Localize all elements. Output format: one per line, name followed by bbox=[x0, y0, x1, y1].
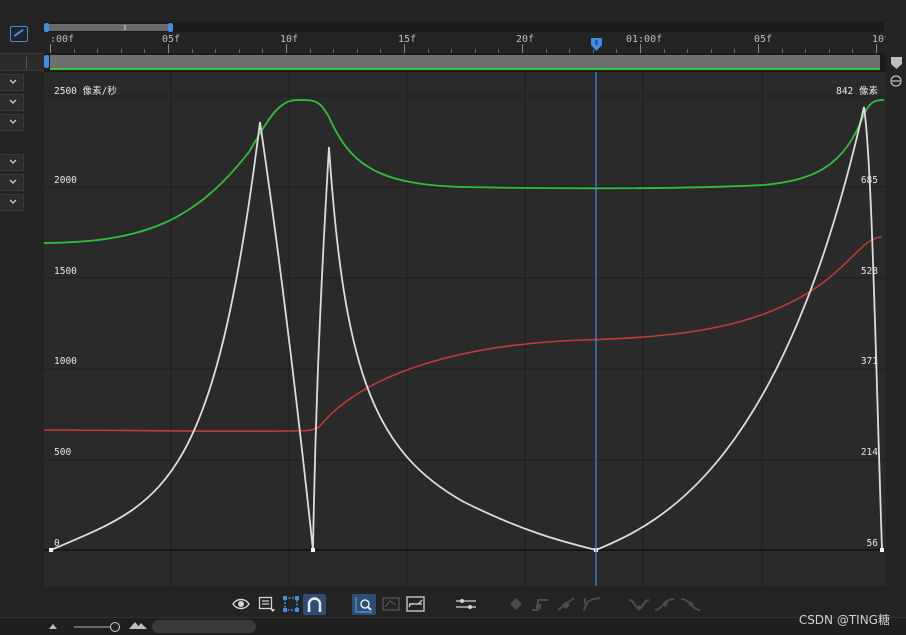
time-navigator[interactable] bbox=[44, 22, 884, 32]
property-dropdown[interactable] bbox=[0, 174, 24, 191]
value-scale-header: 842 像素 bbox=[836, 86, 878, 97]
graph-type-menu-icon[interactable] bbox=[258, 595, 276, 613]
fit-selection-icon[interactable] bbox=[355, 596, 373, 613]
value-axis-label: 685 bbox=[860, 175, 878, 186]
value-axis-label: 528 bbox=[860, 266, 878, 277]
work-area-bar[interactable] bbox=[44, 53, 886, 72]
work-area-range[interactable] bbox=[50, 55, 880, 68]
ruler-tick bbox=[522, 44, 523, 53]
ruler-tick-label: :00f bbox=[50, 34, 75, 45]
speed-axis-label: 1000 bbox=[54, 356, 77, 367]
keyframe bbox=[311, 548, 315, 552]
x-position-value-curve[interactable] bbox=[44, 99, 885, 244]
zoom-in-icon[interactable] bbox=[128, 620, 148, 630]
eye-icon[interactable] bbox=[232, 595, 250, 613]
right-panel bbox=[886, 0, 906, 635]
hold-keyframe-icon[interactable] bbox=[530, 595, 550, 613]
speed-axis-label: 0 bbox=[54, 538, 60, 549]
work-area-start-handle[interactable] bbox=[44, 55, 49, 68]
ruler-tick bbox=[286, 44, 287, 53]
zoom-slider-thumb[interactable] bbox=[110, 622, 120, 632]
ruler-tick bbox=[404, 44, 405, 53]
ruler-tick-label: 20f bbox=[516, 34, 535, 45]
playhead-handle[interactable] bbox=[590, 38, 603, 52]
speed-axis-label: 500 bbox=[54, 447, 72, 458]
snap-button[interactable] bbox=[303, 594, 326, 615]
grid bbox=[44, 72, 886, 586]
ruler-tick-label: 15f bbox=[398, 34, 417, 45]
horizontal-scrollbar[interactable] bbox=[152, 620, 256, 633]
time-ruler[interactable]: :00f 05f 10f 15f 20f 01:00f 05f 10f bbox=[44, 32, 890, 53]
ruler-tick-label: 05f bbox=[162, 34, 181, 45]
fit-all-icon[interactable] bbox=[382, 595, 400, 613]
separate-dimensions-icon[interactable] bbox=[455, 595, 477, 613]
ruler-tick bbox=[876, 44, 877, 53]
value-axis-label: 214 bbox=[860, 447, 878, 458]
comp-button-icon[interactable] bbox=[889, 74, 903, 88]
ruler-tick-label: 05f bbox=[754, 34, 773, 45]
value-axis-label: 56 bbox=[866, 538, 878, 549]
transform-box-icon[interactable] bbox=[282, 595, 300, 613]
speed-scale-header: 2500 像素/秒 bbox=[54, 86, 117, 97]
comp-marker-icon[interactable] bbox=[891, 57, 902, 69]
ruler-tick bbox=[168, 44, 169, 53]
reference-graph-icon[interactable] bbox=[406, 595, 426, 613]
easy-ease-icon[interactable] bbox=[628, 595, 650, 613]
keyframe bbox=[49, 548, 53, 552]
navigator-end-handle[interactable] bbox=[168, 23, 173, 32]
ruler-tick bbox=[640, 44, 641, 53]
left-strip bbox=[0, 53, 44, 71]
linear-keyframe-icon[interactable] bbox=[556, 595, 576, 613]
y-position-value-curve[interactable] bbox=[44, 236, 883, 433]
fit-selection-button[interactable] bbox=[352, 594, 376, 615]
ruler-tick bbox=[758, 44, 759, 53]
zoom-footer bbox=[0, 617, 906, 635]
ruler-tick-label: 10f bbox=[280, 34, 299, 45]
value-axis-label: 371 bbox=[860, 356, 878, 367]
speed-axis-label: 2000 bbox=[54, 175, 77, 186]
property-dropdown[interactable] bbox=[0, 74, 24, 91]
left-panel bbox=[0, 0, 44, 635]
snap-magnet-icon[interactable] bbox=[306, 596, 323, 613]
ruler-tick-label: 01:00f bbox=[626, 34, 663, 45]
watermark: CSDN @TING糖 bbox=[798, 613, 890, 627]
cached-frames-indicator bbox=[50, 68, 880, 70]
navigator-range[interactable] bbox=[48, 24, 170, 31]
property-dropdown[interactable] bbox=[0, 114, 24, 131]
property-dropdown[interactable] bbox=[0, 194, 24, 211]
easy-ease-out-icon[interactable] bbox=[680, 595, 702, 613]
edit-keyframe-icon[interactable] bbox=[508, 595, 524, 613]
property-dropdown[interactable] bbox=[0, 94, 24, 111]
zoom-out-icon[interactable] bbox=[48, 622, 58, 630]
easy-ease-in-icon[interactable] bbox=[654, 595, 676, 613]
navigator-start-handle[interactable] bbox=[44, 23, 49, 32]
composition-icon[interactable] bbox=[10, 26, 28, 42]
speed-graph-curve[interactable] bbox=[50, 106, 883, 551]
graph-editor[interactable]: 2500 像素/秒 842 像素 2000 1500 1000 500 0 68… bbox=[44, 72, 886, 586]
keyframe bbox=[880, 548, 884, 552]
speed-axis-label: 1500 bbox=[54, 266, 77, 277]
ruler-tick bbox=[50, 44, 51, 53]
property-dropdown[interactable] bbox=[0, 154, 24, 171]
auto-bezier-icon[interactable] bbox=[582, 595, 602, 613]
